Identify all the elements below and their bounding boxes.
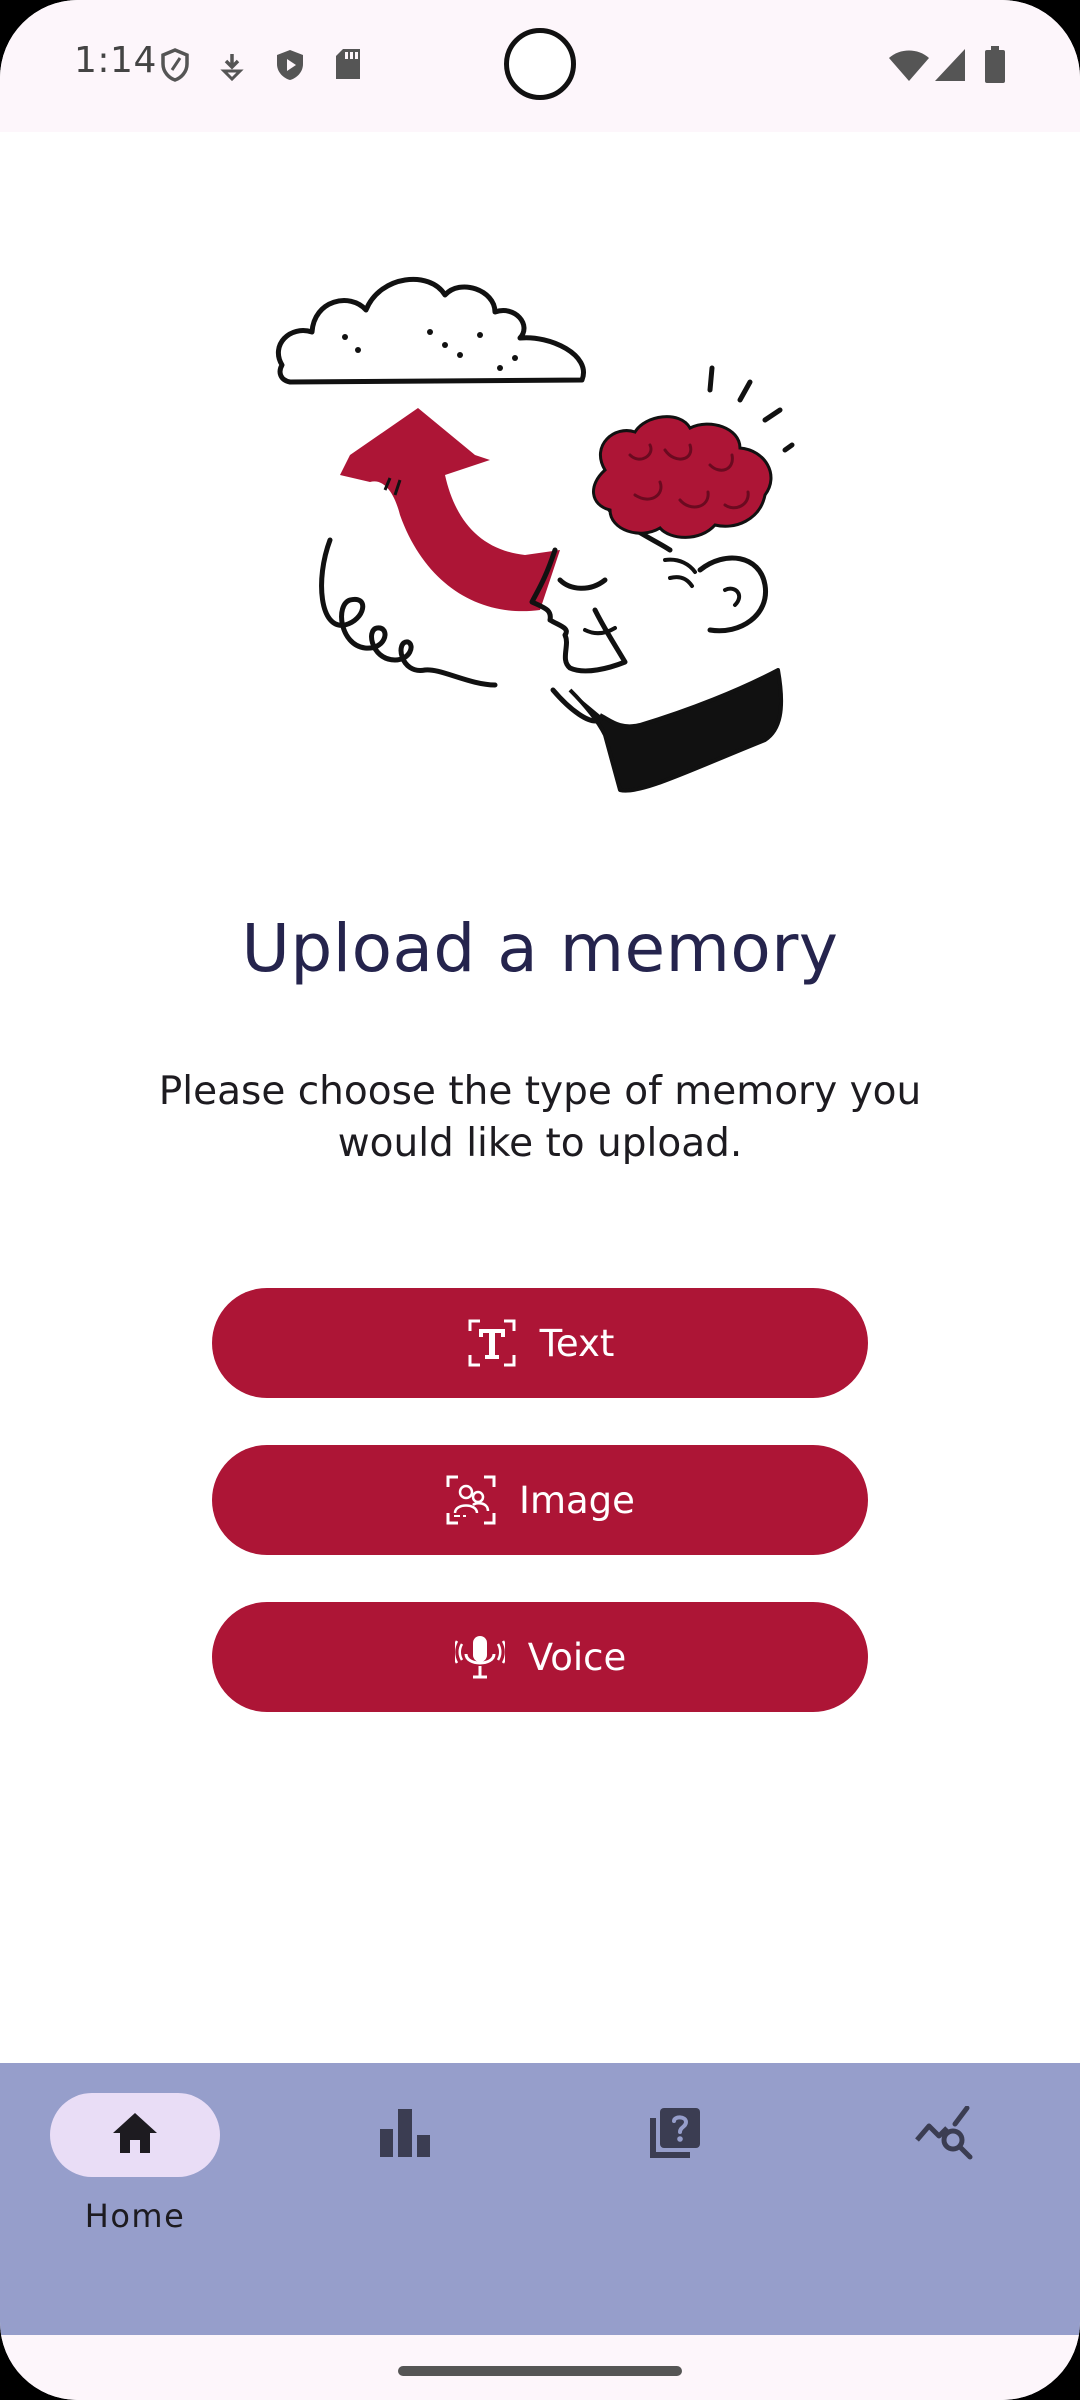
nav-item-quiz[interactable] — [540, 2063, 810, 2335]
image-scan-icon — [445, 1474, 497, 1526]
download-arrow-icon — [218, 52, 246, 86]
image-memory-button[interactable]: Image — [212, 1445, 868, 1555]
sd-card-icon — [334, 48, 362, 84]
home-gesture-indicator[interactable] — [398, 2366, 682, 2376]
signal-icon — [934, 48, 966, 86]
voice-button-label: Voice — [527, 1635, 627, 1679]
text-button-label: Text — [539, 1321, 615, 1365]
status-bar: 1:14 — [0, 0, 1080, 132]
battery-icon — [984, 46, 1006, 88]
home-icon — [111, 2111, 159, 2159]
vpn-shield-icon — [160, 48, 190, 86]
insights-icon — [915, 2105, 975, 2164]
nav-active-indicator — [50, 2093, 220, 2177]
app-screen: 1:14 Upload a memory Please choose the t… — [0, 0, 1080, 2400]
page-title: Upload a memory — [241, 910, 839, 987]
nav-item-home[interactable]: Home — [0, 2063, 270, 2335]
nav-item-stats[interactable] — [270, 2063, 540, 2335]
status-time: 1:14 — [74, 40, 157, 81]
nav-item-insights[interactable] — [810, 2063, 1080, 2335]
text-icon — [466, 1317, 518, 1369]
play-protect-icon — [274, 48, 306, 86]
camera-cutout — [504, 28, 576, 100]
image-button-label: Image — [519, 1478, 635, 1522]
memory-upload-illustration — [270, 250, 810, 840]
text-memory-button[interactable]: Text — [212, 1288, 868, 1398]
quiz-icon — [648, 2106, 702, 2164]
voice-memory-button[interactable]: Voice — [212, 1602, 868, 1712]
page-subtitle: Please choose the type of memory you wou… — [158, 1069, 922, 1166]
bottom-navigation: Home — [0, 2063, 1080, 2335]
bar-chart-icon — [378, 2107, 432, 2163]
nav-label-home: Home — [84, 2197, 186, 2235]
wifi-icon — [888, 50, 930, 86]
microphone-icon — [454, 1631, 506, 1683]
